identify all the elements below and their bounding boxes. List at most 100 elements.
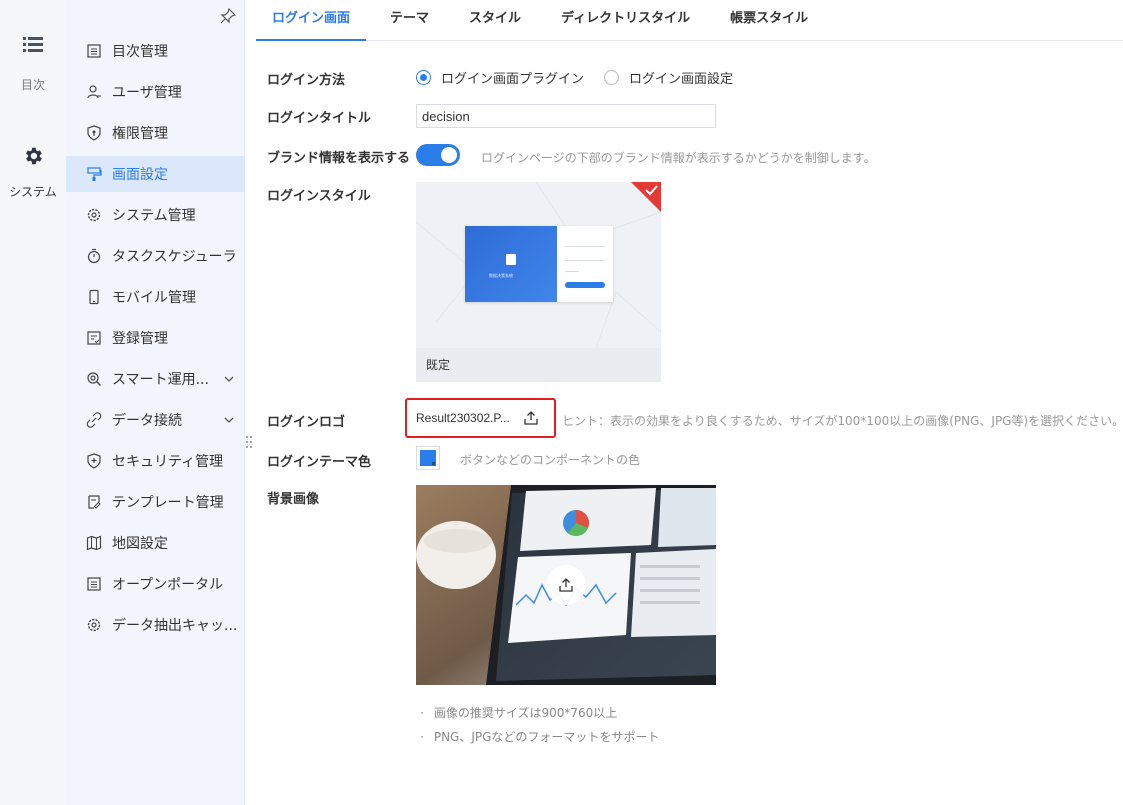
login-logo-label: ログインロゴ [267, 415, 346, 430]
note-text: 画像の推奨サイズは900*760以上 [433, 706, 618, 720]
radio-dot [604, 70, 619, 85]
tab-report-style[interactable]: 帳票スタイル [714, 0, 824, 41]
preview-password-field [565, 260, 605, 261]
background-upload-button[interactable] [546, 565, 586, 605]
portal-icon [87, 577, 101, 591]
sidebar-item-label: オープンポータル [112, 577, 224, 593]
sidebar-item-label: データ抽出キャッ... [112, 618, 238, 634]
sidebar-item-permissions[interactable]: 権限管理 [66, 115, 245, 151]
sidebar-item-label: 画面設定 [112, 167, 168, 183]
rail-item-catalog[interactable]: 目次 [0, 36, 66, 93]
note-text: PNG、JPGなどのフォーマットをサポート [433, 730, 660, 744]
sidebar-item-map[interactable]: 地図設定 [66, 525, 245, 561]
login-method-label: ログイン方法 [267, 73, 346, 88]
system-gear-icon [87, 208, 101, 222]
sidebar-item-label: タスクスケジューラ [112, 249, 237, 265]
sidebar-item-data-connection[interactable]: データ接続 [66, 402, 245, 438]
login-title-input[interactable] [416, 104, 716, 128]
preview-remember-field [565, 271, 579, 272]
register-icon [87, 331, 101, 345]
preview-login-button [565, 282, 605, 288]
sidebar-item-catalog[interactable]: 目次管理 [66, 33, 245, 69]
tab-theme[interactable]: テーマ [374, 0, 445, 41]
smart-ops-icon [87, 372, 101, 386]
preview-logo-icon [506, 254, 516, 265]
login-style-caption: 既定 [416, 348, 661, 382]
sidebar-item-templates[interactable]: テンプレート管理 [66, 484, 245, 520]
login-style-preview: 数据决策系统 [465, 226, 613, 302]
theme-color-swatch[interactable] [416, 446, 440, 470]
theme-color-hint: ボタンなどのコンポーネントの色 [460, 453, 641, 467]
pin-icon[interactable] [220, 8, 236, 24]
template-icon [88, 495, 101, 509]
rail-label: 目次 [20, 78, 45, 92]
background-note: · PNG、JPGなどのフォーマットをサポート [420, 730, 660, 744]
upload-icon [559, 578, 573, 592]
brand-info-toggle[interactable] [416, 144, 460, 166]
radio-login-settings[interactable]: ログイン画面設定 [604, 68, 733, 87]
sidebar-item-extract-cache[interactable]: データ抽出キャッ... [66, 607, 245, 643]
background-note: · 画像の推奨サイズは900*760以上 [420, 706, 618, 720]
brand-info-hint: ログインページの下部のブランド情報が表示するかどうかを制御します。 [481, 151, 876, 165]
user-icon [87, 85, 101, 99]
sidebar-item-label: システム管理 [112, 208, 196, 224]
preview-title: 数据决策系统 [489, 273, 513, 278]
rail-item-system[interactable]: システム [0, 145, 66, 200]
radio-label: ログイン画面プラグイン [441, 72, 585, 87]
sidebar-item-smart-ops[interactable]: スマート運用... [66, 361, 245, 397]
sidebar-item-label: 地図設定 [112, 536, 168, 552]
sidebar-item-label: 登録管理 [112, 331, 168, 347]
sidebar-item-label: データ接続 [112, 413, 182, 429]
left-rail: 目次 システム [0, 0, 66, 805]
sidebar-item-label: 目次管理 [112, 44, 168, 60]
sidebar-item-label: モバイル管理 [112, 290, 196, 306]
timer-icon [87, 248, 101, 264]
login-title-label: ログインタイトル [267, 111, 372, 126]
tab-login-screen[interactable]: ログイン画面 [256, 0, 367, 41]
sidebar-item-open-portal[interactable]: オープンポータル [66, 566, 245, 602]
radio-login-plugin[interactable]: ログイン画面プラグイン [416, 68, 584, 87]
preview-username-field [565, 246, 605, 247]
swatch-fill [420, 450, 436, 466]
rail-label: システム [9, 185, 57, 199]
sidebar-item-label: ユーザ管理 [112, 85, 182, 101]
logo-highlight-box [405, 398, 556, 438]
brand-info-label: ブランド情報を表示する [267, 151, 411, 166]
sidebar-item-registration[interactable]: 登録管理 [66, 320, 245, 356]
list-icon [23, 37, 43, 52]
resize-handle-icon[interactable] [245, 434, 253, 450]
sidebar-item-label: 権限管理 [112, 126, 168, 142]
catalog-icon [87, 44, 101, 58]
mobile-icon [89, 289, 99, 305]
radio-label: ログイン画面設定 [629, 72, 734, 87]
toggle-knob [441, 147, 457, 163]
background-image-label: 背景画像 [267, 492, 320, 507]
sidebar-item-system[interactable]: システム管理 [66, 197, 245, 233]
selected-check-icon [631, 182, 661, 212]
cache-gear-icon [87, 618, 101, 632]
map-icon [86, 535, 102, 551]
theme-color-label: ログインテーマ色 [267, 455, 372, 470]
sidebar-item-label: スマート運用... [112, 372, 209, 388]
radio-dot [416, 70, 431, 85]
login-style-label: ログインスタイル [267, 189, 371, 204]
preview-left-panel: 数据决策系统 [465, 226, 557, 302]
sidebar-item-users[interactable]: ユーザ管理 [66, 74, 245, 110]
sidebar-item-security[interactable]: セキュリティ管理 [66, 443, 245, 479]
sidebar-item-label: テンプレート管理 [112, 495, 224, 511]
permission-icon [87, 125, 101, 141]
tab-style[interactable]: スタイル [453, 0, 537, 41]
login-logo-hint: ヒント：表示の効果をより良くするため、サイズが100*100以上の画像(PNG、… [562, 414, 1123, 428]
tab-bar: ログイン画面 テーマ スタイル ディレクトリスタイル 帳票スタイル [256, 0, 1123, 41]
gear-icon [26, 147, 42, 165]
sidebar-item-label: セキュリティ管理 [112, 454, 224, 470]
sidebar-item-mobile[interactable]: モバイル管理 [66, 279, 245, 315]
tab-directory-style[interactable]: ディレクトリスタイル [545, 0, 706, 41]
sidebar-item-appearance[interactable]: 画面設定 [66, 156, 245, 192]
appearance-icon [87, 167, 102, 181]
login-style-card[interactable]: 数据决策系统 既定 [416, 182, 661, 382]
chevron-down-icon[interactable] [223, 414, 235, 426]
chevron-down-icon[interactable] [223, 373, 235, 385]
shield-icon [87, 453, 101, 469]
sidebar-item-task-scheduler[interactable]: タスクスケジューラ [66, 238, 245, 274]
